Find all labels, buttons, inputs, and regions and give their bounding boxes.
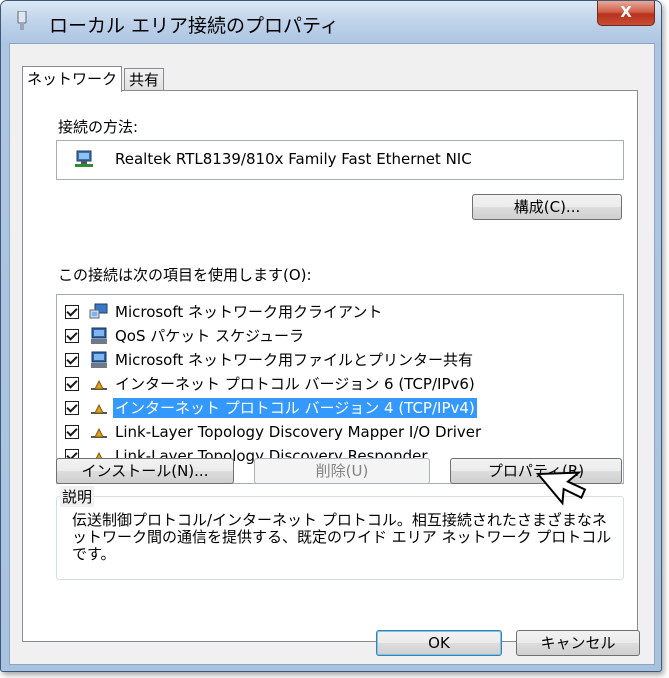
item-checkbox[interactable] xyxy=(65,329,79,343)
item-checkbox[interactable] xyxy=(65,305,79,319)
configure-button[interactable]: 構成(C)... xyxy=(472,194,622,220)
tab-network[interactable]: ネットワーク xyxy=(22,66,123,92)
item-label: Link-Layer Topology Discovery Mapper I/O… xyxy=(115,423,482,441)
title-bar[interactable]: ローカル エリア接続のプロパティ X xyxy=(1,1,661,43)
sharing-icon xyxy=(91,351,107,368)
client-area: ネットワーク 共有 接続の方法: Realtek RTL8139/810x Fa… xyxy=(9,43,655,665)
tab-sharing[interactable]: 共有 xyxy=(124,68,165,91)
connect-using-label: 接続の方法: xyxy=(58,118,139,136)
item-label: Microsoft ネットワーク用クライアント xyxy=(115,303,383,321)
ok-button[interactable]: OK xyxy=(376,630,502,656)
item-label: Microsoft ネットワーク用ファイルとプリンター共有 xyxy=(115,351,474,369)
dialog-window: ローカル エリア接続のプロパティ X ネットワーク 共有 接続の方法: Real… xyxy=(0,0,662,672)
cancel-button[interactable]: キャンセル xyxy=(516,630,640,656)
close-button[interactable]: X xyxy=(597,1,655,26)
item-checkbox[interactable] xyxy=(65,353,79,367)
client-icon xyxy=(89,303,108,319)
item-checkbox[interactable] xyxy=(65,401,79,415)
window-title: ローカル エリア接続のプロパティ xyxy=(49,15,339,37)
protocol-icon xyxy=(91,403,107,414)
components-list[interactable]: Microsoft ネットワーク用クライアント QoS パケット スケジューラ xyxy=(56,294,624,484)
protocol-icon xyxy=(91,427,107,438)
adapter-name: Realtek RTL8139/810x Family Fast Etherne… xyxy=(115,150,472,168)
description-legend: 説明 xyxy=(60,486,95,507)
item-checkbox[interactable] xyxy=(65,377,79,391)
protocol-icon xyxy=(91,379,107,390)
item-label: インターネット プロトコル バージョン 4 (TCP/IPv4) xyxy=(113,398,477,418)
adapter-display: Realtek RTL8139/810x Family Fast Etherne… xyxy=(56,140,624,180)
items-label: この接続は次の項目を使用します(O): xyxy=(58,266,312,284)
item-label: QoS パケット スケジューラ xyxy=(115,327,304,345)
qos-icon xyxy=(91,327,107,344)
install-button[interactable]: インストール(N)... xyxy=(56,458,234,484)
item-checkbox[interactable] xyxy=(65,425,79,439)
uninstall-button[interactable]: 削除(U) xyxy=(254,458,430,484)
network-adapter-icon xyxy=(17,11,27,30)
network-card-icon xyxy=(75,150,93,167)
item-label: インターネット プロトコル バージョン 6 (TCP/IPv6) xyxy=(115,375,475,393)
mouse-cursor-icon xyxy=(535,471,587,506)
